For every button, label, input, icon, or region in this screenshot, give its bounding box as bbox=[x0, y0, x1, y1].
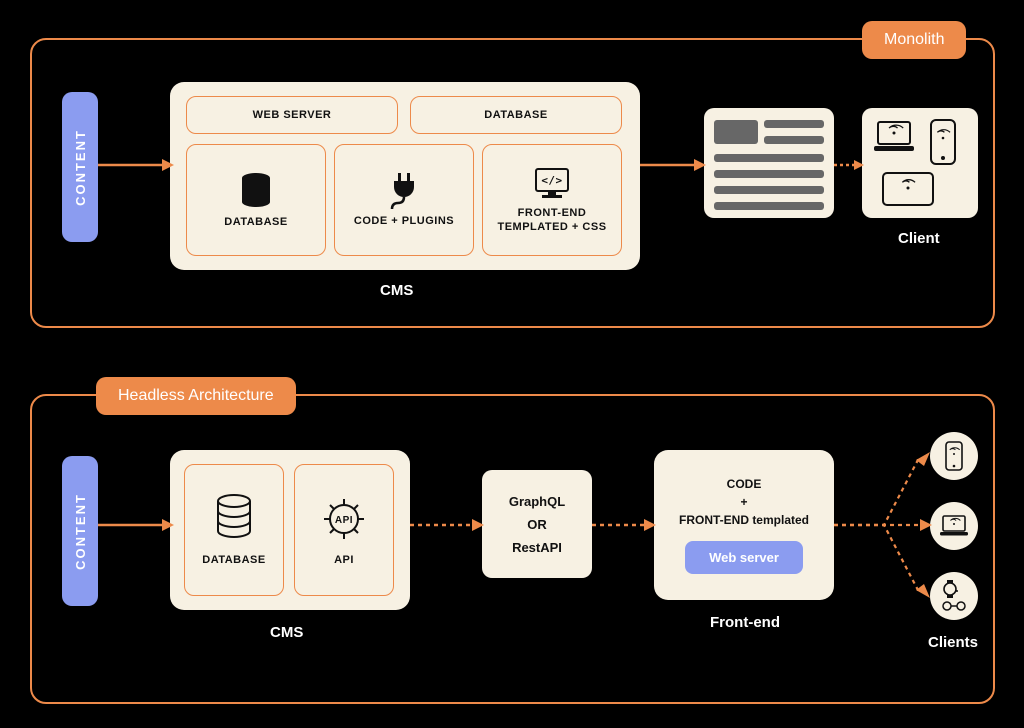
arrow-fan bbox=[834, 440, 934, 610]
graphql-label: GraphQL bbox=[509, 494, 565, 509]
database-box: DATABASE bbox=[186, 144, 326, 256]
arrow-browser-client bbox=[834, 158, 864, 172]
database-top-box: DATABASE bbox=[410, 96, 622, 134]
h-database-label: DATABASE bbox=[202, 554, 265, 566]
client-watch-circle bbox=[930, 572, 978, 620]
database-top-label: DATABASE bbox=[484, 109, 547, 121]
frontend-label-1: FRONT-END bbox=[518, 207, 587, 219]
web-server-label: WEB SERVER bbox=[253, 109, 332, 121]
svg-text:API: API bbox=[335, 515, 353, 526]
web-server-pill: Web server bbox=[685, 541, 803, 574]
fe-plus-label: + bbox=[740, 495, 747, 509]
frontend-box-h: CODE + FRONT-END templated Web server bbox=[654, 450, 834, 600]
phone-icon bbox=[928, 118, 958, 166]
content-text: CONTENT bbox=[73, 129, 88, 206]
frontend-box: </> FRONT-END TEMPLATED + CSS bbox=[482, 144, 622, 256]
h-database-box: DATABASE bbox=[184, 464, 284, 596]
fe-code-label: CODE bbox=[727, 477, 762, 491]
plug-icon bbox=[389, 173, 419, 209]
headless-badge: Headless Architecture bbox=[96, 377, 296, 415]
h-api-label: API bbox=[334, 554, 354, 566]
api-gear-icon: API bbox=[319, 494, 369, 544]
monitor-code-icon: </> bbox=[532, 167, 572, 201]
code-plugins-box: CODE + PLUGINS bbox=[334, 144, 474, 256]
tablet-icon bbox=[880, 170, 936, 208]
web-server-box: WEB SERVER bbox=[186, 96, 398, 134]
clients-label: Clients bbox=[928, 634, 978, 651]
frontend-label-2: TEMPLATED + CSS bbox=[497, 221, 606, 233]
restapi-label: RestAPI bbox=[512, 540, 562, 555]
database-icon-outline bbox=[213, 494, 255, 542]
frontend-label-under: Front-end bbox=[710, 614, 780, 631]
code-plugins-label: CODE + PLUGINS bbox=[354, 215, 454, 227]
h-api-box: API API bbox=[294, 464, 394, 596]
client-laptop-circle bbox=[930, 502, 978, 550]
fe-tmpl-label: FRONT-END templated bbox=[679, 513, 809, 527]
watch-glasses-icon bbox=[939, 580, 969, 612]
monolith-content-pill: CONTENT bbox=[62, 92, 98, 242]
arrow-content-cms bbox=[98, 158, 174, 172]
arrow-h-cms-protocol bbox=[410, 518, 484, 532]
svg-text:</>: </> bbox=[541, 174, 562, 187]
client-devices bbox=[862, 108, 978, 218]
arrow-h-content-cms bbox=[98, 518, 174, 532]
database-icon bbox=[239, 172, 273, 210]
headless-content-pill: CONTENT bbox=[62, 456, 98, 606]
phone-icon-2 bbox=[944, 441, 964, 471]
laptop-icon bbox=[872, 120, 916, 154]
protocol-box: GraphQL OR RestAPI bbox=[482, 470, 592, 578]
or-label: OR bbox=[527, 517, 547, 532]
client-phone-circle bbox=[930, 432, 978, 480]
content-text-2: CONTENT bbox=[73, 493, 88, 570]
cms-label: CMS bbox=[380, 282, 413, 299]
laptop-icon-2 bbox=[938, 514, 970, 538]
monolith-badge: Monolith bbox=[862, 21, 966, 59]
arrow-h-protocol-fe bbox=[592, 518, 656, 532]
arrow-cms-browser bbox=[640, 158, 706, 172]
database-label: DATABASE bbox=[224, 216, 287, 228]
client-label: Client bbox=[898, 230, 940, 247]
h-cms-label: CMS bbox=[270, 624, 303, 641]
browser-wireframe bbox=[704, 108, 834, 218]
